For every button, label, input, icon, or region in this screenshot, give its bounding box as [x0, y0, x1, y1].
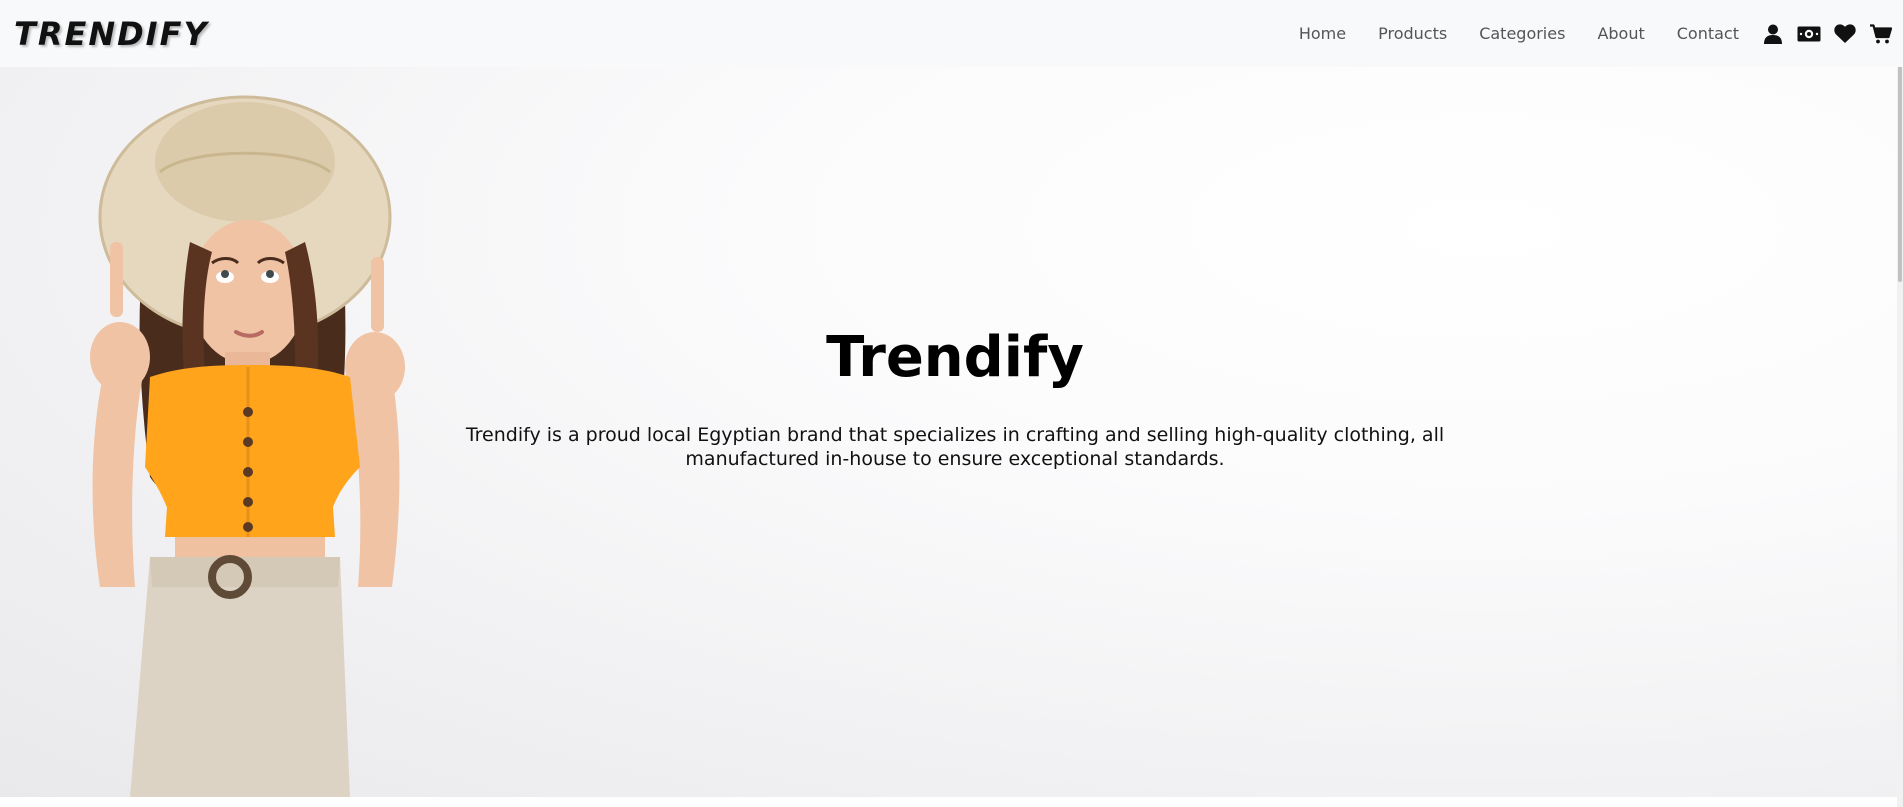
page: TRENDIFY Home Products Categories About … — [0, 0, 1903, 807]
nav-link-products[interactable]: Products — [1378, 24, 1447, 43]
heart-icon[interactable] — [1833, 22, 1857, 46]
nav-links: Home Products Categories About Contact — [1299, 24, 1739, 43]
nav-icons — [1761, 22, 1893, 46]
hero-section: Trendify Trendify is a proud local Egypt… — [0, 67, 1903, 797]
user-icon[interactable] — [1761, 22, 1785, 46]
hero-title: Trendify — [826, 325, 1084, 390]
hero-content: Trendify Trendify is a proud local Egypt… — [430, 327, 1480, 471]
cart-icon[interactable] — [1869, 22, 1893, 46]
nav-link-home[interactable]: Home — [1299, 24, 1346, 43]
hero-description: Trendify is a proud local Egyptian brand… — [465, 423, 1445, 470]
brand-logo[interactable]: TRENDIFY — [14, 15, 209, 53]
navbar: TRENDIFY Home Products Categories About … — [0, 0, 1903, 67]
hero-image — [90, 95, 405, 797]
nav-link-contact[interactable]: Contact — [1677, 24, 1739, 43]
nav-right: Home Products Categories About Contact — [1299, 22, 1893, 46]
money-icon[interactable] — [1797, 22, 1821, 46]
scrollbar[interactable] — [1897, 0, 1903, 807]
nav-link-about[interactable]: About — [1597, 24, 1644, 43]
nav-link-categories[interactable]: Categories — [1479, 24, 1565, 43]
page-bottom — [0, 797, 1903, 807]
